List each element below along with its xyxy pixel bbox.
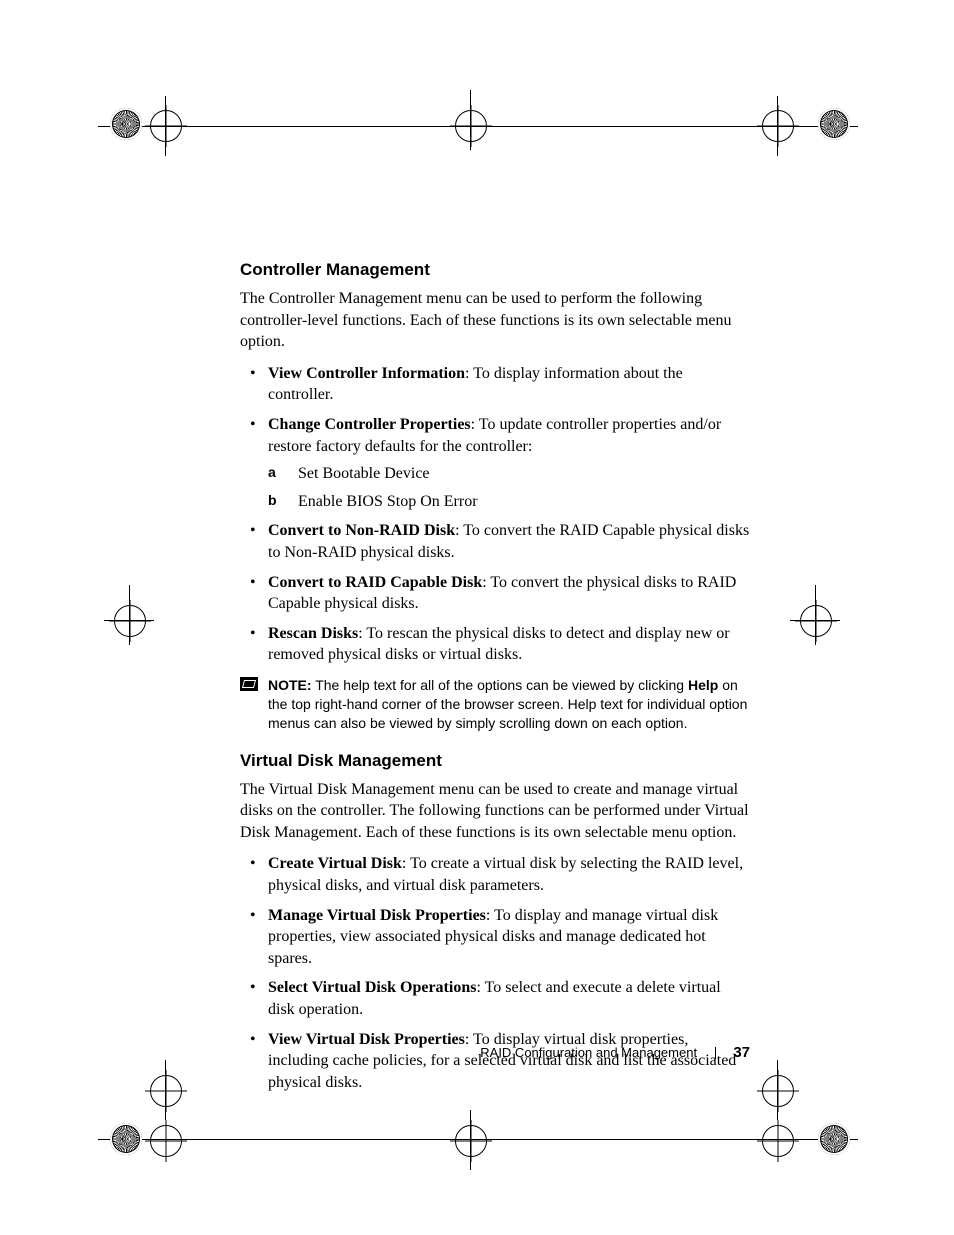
footer-separator	[715, 1047, 716, 1059]
item-lead: Manage Virtual Disk Properties	[268, 907, 486, 924]
heading-virtual-disk-management: Virtual Disk Management	[240, 751, 750, 771]
sublist-label: b	[268, 491, 288, 510]
sublist-text: Set Bootable Device	[298, 465, 430, 482]
list-item: View Controller Information: To display …	[240, 363, 750, 406]
item-lead: Create Virtual Disk	[268, 855, 402, 872]
item-lead: Convert to RAID Capable Disk	[268, 574, 482, 591]
item-lead: Rescan Disks	[268, 625, 358, 642]
sublist-text: Enable BIOS Stop On Error	[298, 493, 478, 510]
note-label: NOTE:	[268, 677, 312, 693]
list-item: Create Virtual Disk: To create a virtual…	[240, 853, 750, 896]
page-content: Controller Management The Controller Man…	[240, 260, 750, 1103]
sublist: a Set Bootable Device b Enable BIOS Stop…	[268, 463, 750, 512]
note-help-word: Help	[688, 677, 718, 693]
sublist-label: a	[268, 463, 288, 482]
heading-controller-management: Controller Management	[240, 260, 750, 280]
bullet-list-controller: View Controller Information: To display …	[240, 363, 750, 666]
list-item: Manage Virtual Disk Properties: To displ…	[240, 905, 750, 970]
footer-page-number: 37	[733, 1044, 750, 1061]
intro-controller-management: The Controller Management menu can be us…	[240, 288, 750, 353]
item-lead: Select Virtual Disk Operations	[268, 979, 476, 996]
list-item: Convert to RAID Capable Disk: To convert…	[240, 572, 750, 615]
footer-title: RAID Configuration and Management	[480, 1045, 697, 1060]
list-item: Select Virtual Disk Operations: To selec…	[240, 977, 750, 1020]
note-icon	[240, 677, 258, 691]
item-lead: Convert to Non-RAID Disk	[268, 522, 455, 539]
item-lead: View Controller Information	[268, 365, 465, 382]
list-item: Change Controller Properties: To update …	[240, 414, 750, 512]
list-item: Rescan Disks: To rescan the physical dis…	[240, 623, 750, 666]
sublist-item: b Enable BIOS Stop On Error	[268, 491, 750, 513]
item-lead: Change Controller Properties	[268, 416, 471, 433]
sublist-item: a Set Bootable Device	[268, 463, 750, 485]
note-text-before: The help text for all of the options can…	[312, 677, 688, 693]
page-footer: RAID Configuration and Management 37	[240, 1044, 750, 1061]
intro-virtual-disk-management: The Virtual Disk Management menu can be …	[240, 779, 750, 844]
note-block: NOTE: The help text for all of the optio…	[240, 676, 750, 733]
list-item: Convert to Non-RAID Disk: To convert the…	[240, 520, 750, 563]
